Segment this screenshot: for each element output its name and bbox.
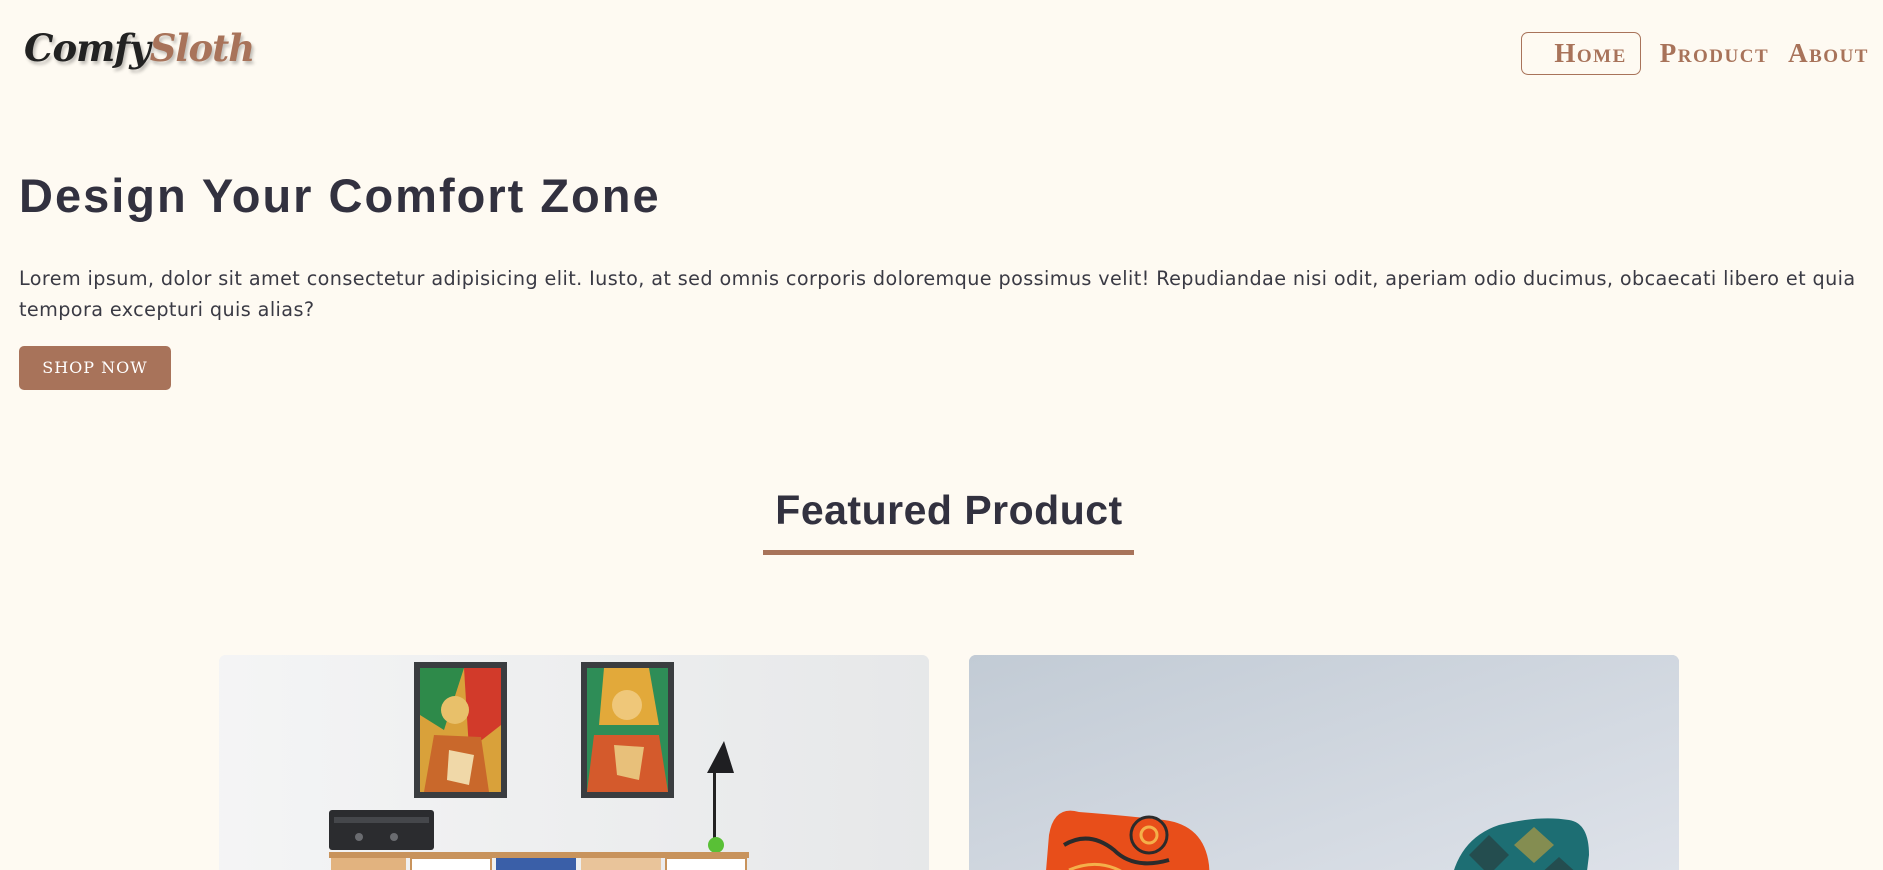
product-card-armchairs[interactable] xyxy=(969,655,1679,870)
nav-link-home[interactable]: Home xyxy=(1521,32,1641,75)
logo-text-sloth: Sloth xyxy=(149,26,255,70)
product-card-shelf[interactable] xyxy=(219,655,929,870)
navbar: ComfySloth Home Product About xyxy=(0,0,1883,104)
shelf-with-paintings-image xyxy=(219,655,929,870)
shop-now-button[interactable]: SHOP NOW xyxy=(19,346,171,390)
nav-link-about[interactable]: About xyxy=(1788,32,1869,75)
nav-link-product[interactable]: Product xyxy=(1660,32,1769,75)
featured-section-title: Featured Product xyxy=(775,487,1123,533)
hero-text: Lorem ipsum, dolor sit amet consectetur … xyxy=(19,267,1856,321)
hero-title: Design Your Comfort Zone xyxy=(19,169,661,222)
nav-links: Home Product About xyxy=(1521,32,1869,75)
logo[interactable]: ComfySloth xyxy=(24,26,255,70)
title-underline xyxy=(763,550,1134,555)
logo-text-comfy: Comfy xyxy=(24,26,151,70)
colorful-armchairs-image xyxy=(969,655,1679,870)
